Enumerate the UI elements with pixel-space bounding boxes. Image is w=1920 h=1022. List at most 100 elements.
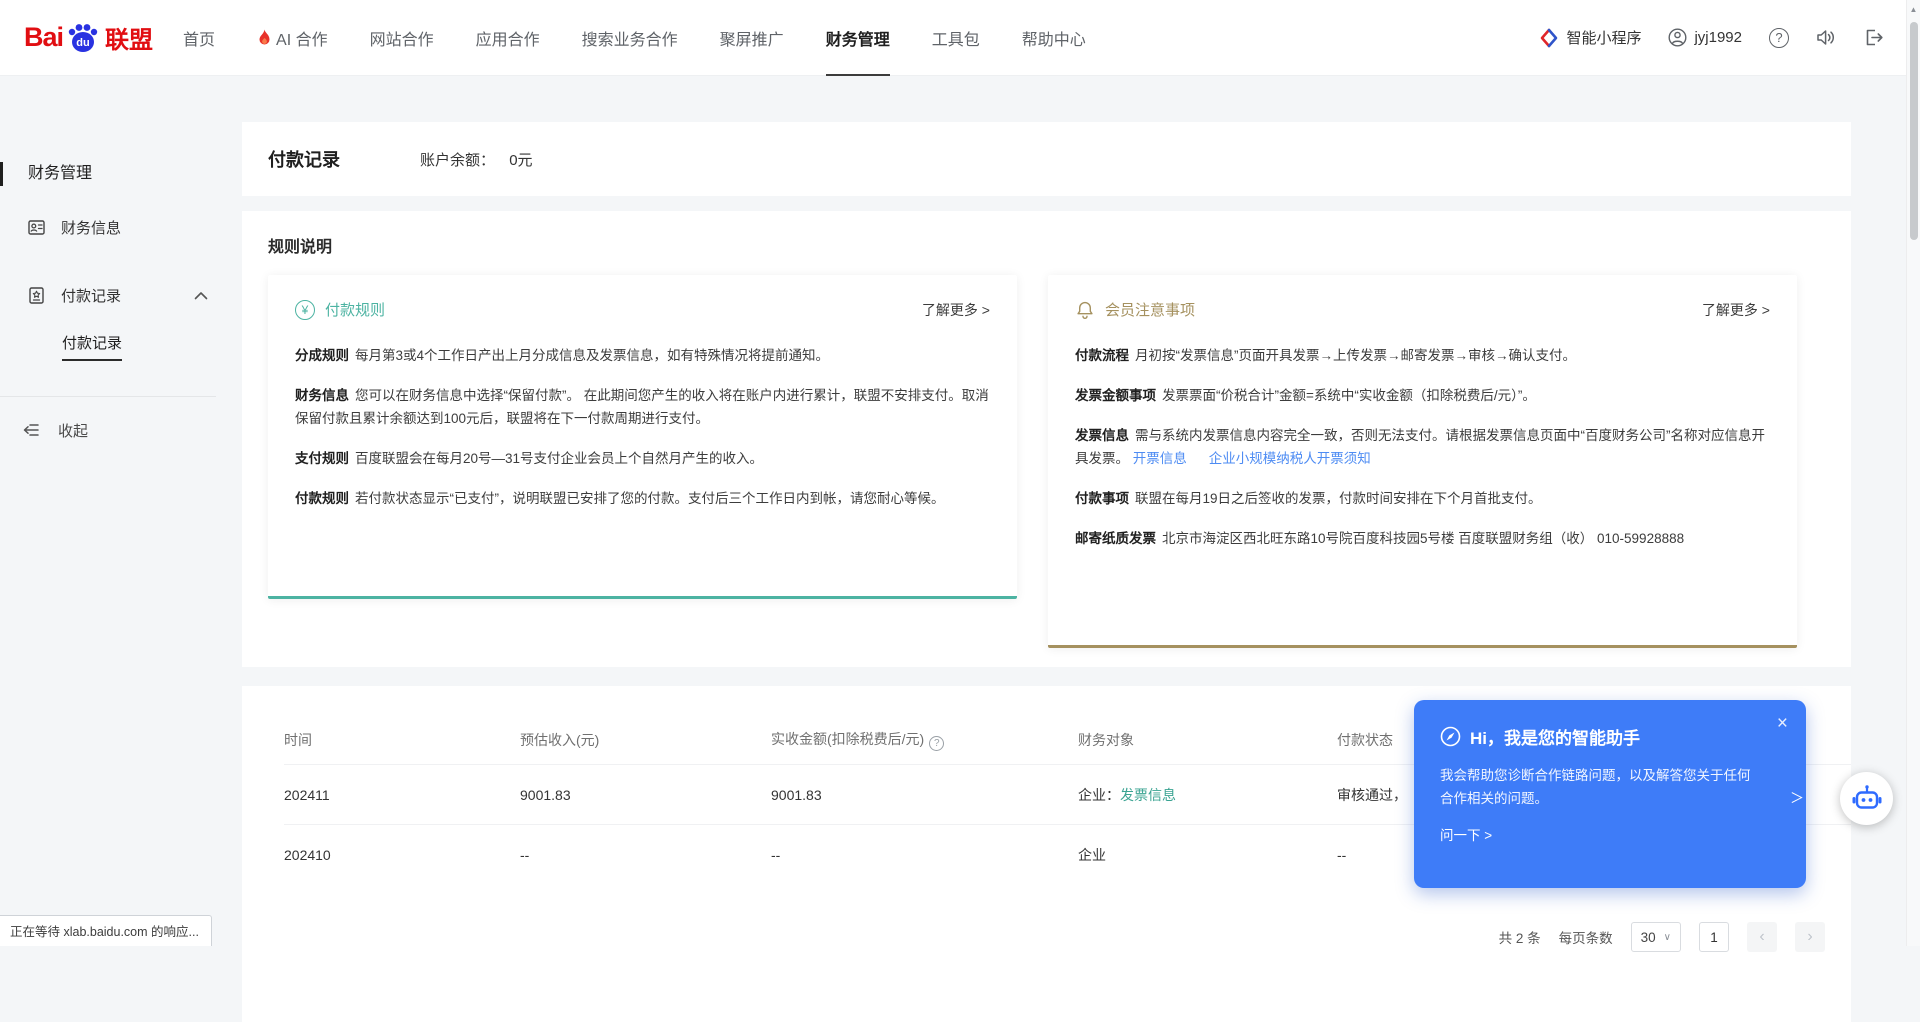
sidebar-item-label: 财务信息 — [61, 217, 121, 238]
nav-website-cooperation[interactable]: 网站合作 — [370, 0, 434, 76]
account-balance: 账户余额： 0元 — [420, 149, 533, 170]
payment-rules-body: 分成规则每月第3或4个工作日产出上月分成信息及发票信息，如有特殊情况将提前通知。… — [295, 344, 990, 510]
nav-finance-management[interactable]: 财务管理 — [826, 0, 890, 76]
sidebar-item-finance-info[interactable]: 财务信息 — [0, 200, 242, 254]
browser-status-bar: 正在等待 xlab.baidu.com 的响应... — [0, 915, 212, 946]
cell-time: 202410 — [284, 847, 520, 863]
member-notes-title: 会员注意事项 — [1105, 299, 1195, 320]
invoice-info-link[interactable]: 开票信息 — [1133, 451, 1187, 466]
flame-icon — [257, 29, 272, 47]
col-header-received-amount: 实收金额(扣除税费后/元)? — [771, 729, 1078, 751]
compass-icon — [1440, 726, 1461, 747]
chevron-up-icon[interactable] — [194, 291, 208, 300]
rules-section-title: 规则说明 — [268, 233, 1825, 257]
col-header-finance-object: 财务对象 — [1078, 730, 1337, 750]
cell-finance-object: 企业：发票信息 — [1078, 785, 1337, 805]
balance-label: 账户余额： — [420, 152, 495, 169]
rule-item: 支付规则百度联盟会在每月20号—31号支付企业会员上个自然月产生的收入。 — [295, 447, 990, 470]
smart-assistant-popup: Hi，我是您的智能助手 × 我会帮助您诊断合作链路问题，以及解答您关于任何合作相… — [1414, 700, 1806, 888]
prev-page-button[interactable]: ‹ — [1747, 922, 1777, 952]
sidebar-divider — [0, 396, 216, 397]
logo-text-bai: Bai — [24, 22, 63, 53]
sidebar-collapse-button[interactable]: 收起 — [0, 403, 242, 457]
assistant-title: Hi，我是您的智能助手 — [1470, 724, 1640, 749]
mini-program-icon — [1539, 28, 1559, 48]
announcement-speaker-icon[interactable] — [1816, 28, 1837, 47]
member-notes-more-link[interactable]: 了解更多 > — [1702, 300, 1770, 320]
svg-text:du: du — [76, 37, 89, 49]
total-count: 共 2 条 — [1499, 927, 1541, 947]
per-page-label: 每页条数 — [1559, 927, 1613, 947]
rules-section-card: 规则说明 ¥ 付款规则 了解更多 > 分成规则每月第3或4个工作日产出上月分成信… — [242, 211, 1851, 667]
col-header-time: 时间 — [284, 730, 520, 750]
logo-text-union: 联盟 — [105, 20, 153, 55]
bell-icon — [1075, 300, 1095, 320]
cell-estimated: 9001.83 — [520, 787, 771, 803]
scrollbar-thumb[interactable] — [1910, 22, 1918, 240]
chevron-right-icon[interactable]: ＞ — [1790, 788, 1804, 808]
sidebar-subitem-label: 付款记录 — [62, 332, 122, 361]
smart-mini-program-link[interactable]: 智能小程序 — [1539, 27, 1641, 48]
page-number-button[interactable]: 1 — [1699, 922, 1729, 952]
rule-item: 邮寄纸质发票北京市海淀区西北旺东路10号院百度科技园5号楼 百度联盟财务组（收）… — [1075, 527, 1770, 550]
close-icon[interactable]: × — [1777, 714, 1788, 733]
rule-item: 付款规则若付款状态显示“已支付”，说明联盟已安排了您的付款。支付后三个工作日内到… — [295, 487, 990, 510]
next-page-button[interactable]: › — [1795, 922, 1825, 952]
sidebar-subitem-payment-records[interactable]: 付款记录 — [0, 322, 242, 370]
cell-received: 9001.83 — [771, 787, 1078, 803]
cell-finance-object: 企业 — [1078, 845, 1337, 865]
rule-item: 财务信息您可以在财务信息中选择“保留付款”。 在此期间您产生的收入将在账户内进行… — [295, 384, 990, 430]
user-icon — [1668, 28, 1687, 47]
nav-home[interactable]: 首页 — [183, 0, 215, 76]
nav-ai-cooperation[interactable]: AI 合作 — [257, 0, 328, 76]
rule-item: 发票金额事项发票票面“价税合计”金额=系统中“实收金额（扣除税费后/元）”。 — [1075, 384, 1770, 407]
small-taxpayer-notice-link[interactable]: 企业小规模纳税人开票须知 — [1209, 451, 1371, 466]
rule-item: 付款事项联盟在每月19日之后签收的发票，付款时间安排在下个月首批支付。 — [1075, 487, 1770, 510]
nav-search-cooperation[interactable]: 搜索业务合作 — [582, 0, 678, 76]
member-notes-card: 会员注意事项 了解更多 > 付款流程月初按“发票信息”页面开具发票→上传发票→邮… — [1048, 275, 1797, 648]
sidebar-item-payment-records[interactable]: 付款记录 — [0, 268, 242, 322]
nav-toolkit[interactable]: 工具包 — [932, 0, 980, 76]
scroll-up-arrow-icon[interactable]: ▲ — [1907, 0, 1920, 14]
cell-time: 202411 — [284, 787, 520, 803]
invoice-info-table-link[interactable]: 发票信息 — [1120, 787, 1176, 803]
per-page-value: 30 — [1641, 930, 1656, 945]
baidu-union-logo[interactable]: Bai du 联盟 — [24, 20, 153, 55]
nav-help-center[interactable]: 帮助中心 — [1022, 0, 1086, 76]
rule-item: 付款流程月初按“发票信息”页面开具发票→上传发票→邮寄发票→审核→确认支付。 — [1075, 344, 1770, 367]
coin-yen-icon: ¥ — [295, 300, 315, 320]
robot-icon — [1851, 784, 1883, 813]
help-icon[interactable]: ? — [1769, 28, 1789, 48]
payment-rules-title: 付款规则 — [325, 299, 385, 320]
sidebar-item-label: 付款记录 — [61, 285, 121, 306]
logout-icon[interactable] — [1864, 28, 1884, 47]
pagination: 共 2 条 每页条数 30 ∨ 1 ‹ › — [1499, 922, 1825, 952]
page-title: 付款记录 — [268, 146, 340, 172]
payment-rules-card: ¥ 付款规则 了解更多 > 分成规则每月第3或4个工作日产出上月分成信息及发票信… — [268, 275, 1017, 599]
nav-app-cooperation[interactable]: 应用合作 — [476, 0, 540, 76]
rule-item: 分成规则每月第3或4个工作日产出上月分成信息及发票信息，如有特殊情况将提前通知。 — [295, 344, 990, 367]
rule-item: 发票信息需与系统内发票信息内容完全一致，否则无法支付。请根据发票信息页面中“百度… — [1075, 424, 1770, 470]
main-menu: 首页 AI 合作 网站合作 应用合作 搜索业务合作 聚屏推广 财务管理 工具包 … — [183, 0, 1086, 76]
sidebar-title: 财务管理 — [0, 162, 242, 186]
collapse-icon — [22, 421, 40, 439]
cell-estimated: -- — [520, 847, 771, 863]
per-page-select[interactable]: 30 ∨ — [1631, 922, 1681, 952]
balance-value: 0元 — [509, 152, 532, 169]
assistant-floating-button[interactable] — [1840, 772, 1893, 825]
chevron-down-icon: ∨ — [1664, 932, 1671, 943]
finance-info-icon — [27, 218, 46, 237]
assistant-message: 我会帮助您诊断合作链路问题，以及解答您关于任何合作相关的问题。 — [1440, 764, 1752, 810]
scrollbar[interactable]: ▲ — [1906, 0, 1920, 946]
user-account[interactable]: jyj1992 — [1668, 28, 1742, 47]
topnav-right-controls: 智能小程序 jyj1992 ? — [1539, 27, 1920, 48]
nav-screen-promotion[interactable]: 聚屏推广 — [720, 0, 784, 76]
col-header-estimated-income: 预估收入(元) — [520, 730, 771, 750]
paw-icon: du — [66, 22, 100, 54]
sidebar: 财务管理 财务信息 付款记录 付款记录 — [0, 76, 242, 946]
collapse-label: 收起 — [58, 420, 88, 441]
payment-rules-more-link[interactable]: 了解更多 > — [922, 300, 990, 320]
payment-records-icon — [27, 286, 46, 305]
ask-now-link[interactable]: 问一下 > — [1440, 824, 1780, 844]
column-help-icon[interactable]: ? — [929, 736, 944, 751]
